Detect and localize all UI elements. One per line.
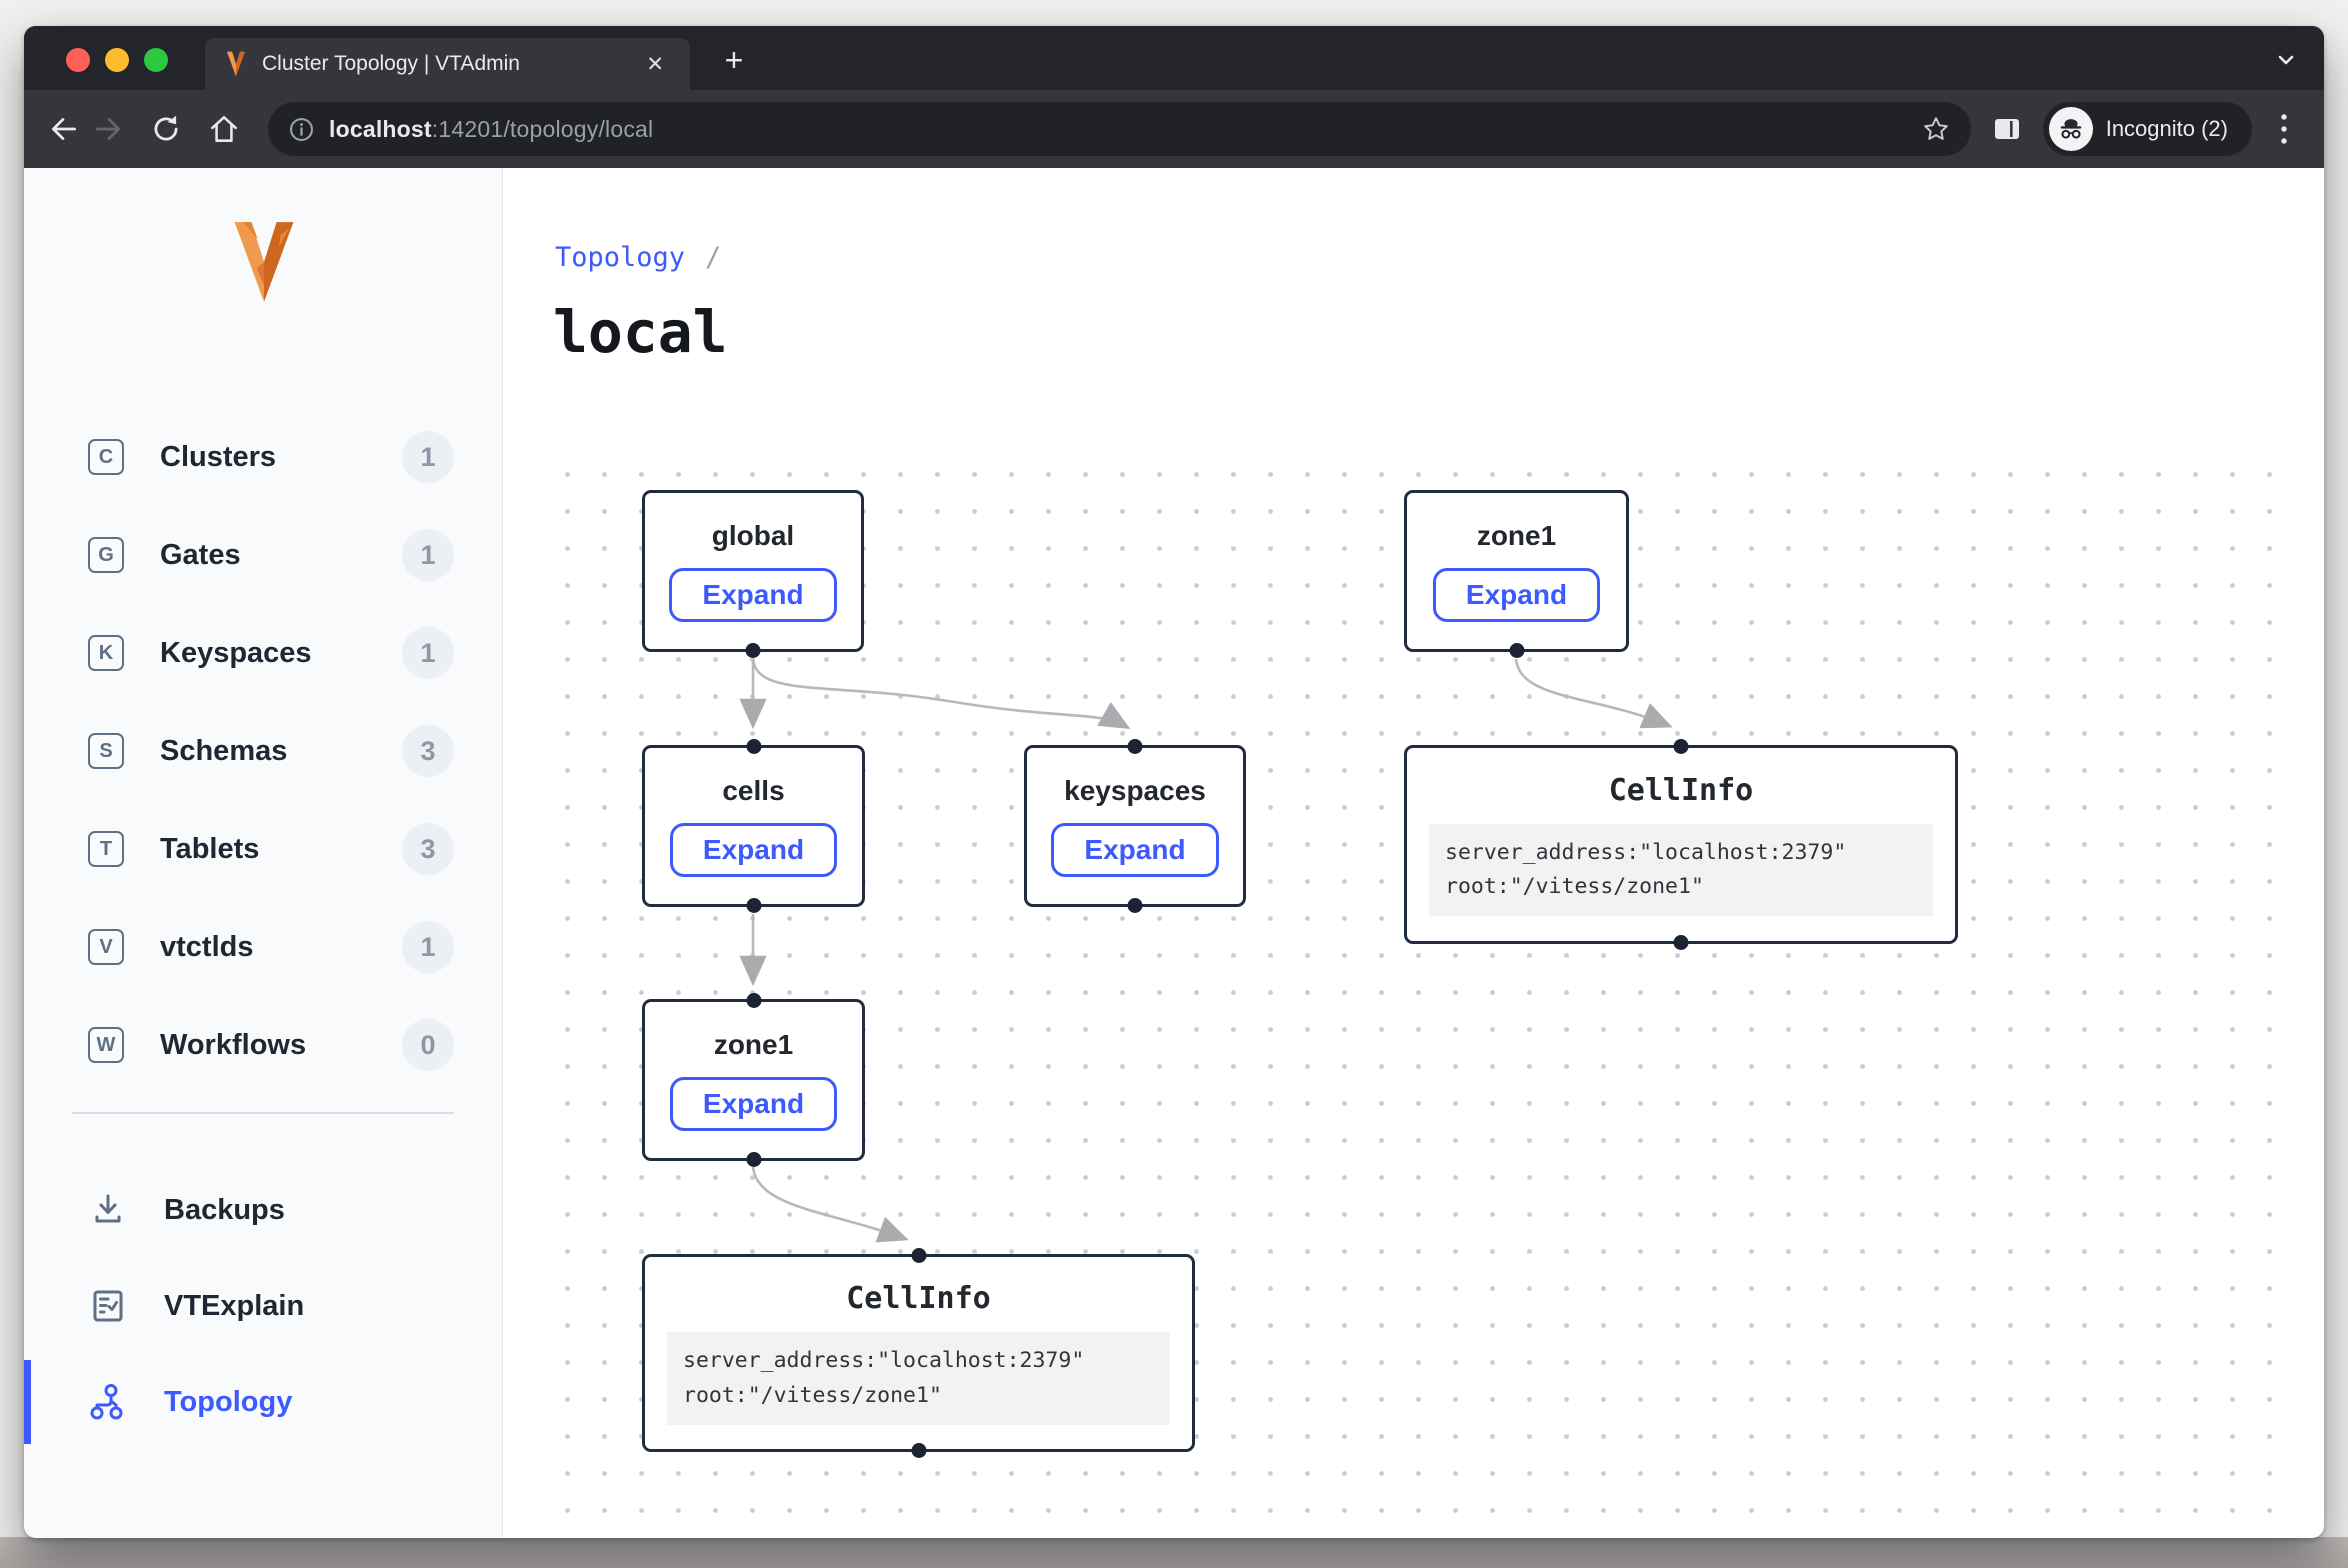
- schemas-letter-icon: S: [88, 733, 124, 769]
- node-global[interactable]: global Expand: [642, 490, 864, 652]
- back-icon[interactable]: [42, 107, 86, 151]
- sidebar-item-schemas[interactable]: S Schemas 3: [24, 702, 502, 800]
- expand-button[interactable]: Expand: [670, 823, 837, 877]
- port: [746, 1152, 761, 1167]
- browser-tab[interactable]: Cluster Topology | VTAdmin ✕: [205, 38, 690, 90]
- incognito-icon: [2049, 107, 2093, 151]
- tab-close-icon[interactable]: ✕: [640, 50, 670, 79]
- browser-toolbar: localhost:14201/topology/local: [24, 90, 2324, 168]
- url-host: localhost: [329, 116, 432, 142]
- minimize-window-button[interactable]: [105, 48, 129, 72]
- sidebar-item-backups[interactable]: Backups: [24, 1162, 502, 1258]
- incognito-label: Incognito (2): [2106, 116, 2228, 142]
- zoom-window-button[interactable]: [144, 48, 168, 72]
- forward-icon[interactable]: [86, 107, 130, 151]
- vtctlds-letter-icon: V: [88, 929, 124, 965]
- browser-menu-icon[interactable]: [2266, 107, 2302, 151]
- port: [1128, 898, 1143, 913]
- active-indicator: [24, 1360, 31, 1444]
- page-content: C Clusters 1 G Gates 1 K Keyspaces 1: [24, 168, 2324, 1538]
- sidebar-item-keyspaces[interactable]: K Keyspaces 1: [24, 604, 502, 702]
- bookmark-star-icon[interactable]: [1921, 114, 1951, 144]
- sidebar-item-topology[interactable]: Topology: [24, 1354, 502, 1450]
- port: [911, 1443, 926, 1458]
- sidebar-item-vtexplain[interactable]: VTExplain: [24, 1258, 502, 1354]
- tab-strip: Cluster Topology | VTAdmin ✕ +: [24, 26, 2324, 90]
- tab-title: Cluster Topology | VTAdmin: [262, 52, 640, 76]
- gates-count-badge: 1: [402, 529, 454, 581]
- browser-window: Cluster Topology | VTAdmin ✕ +: [24, 26, 2324, 1538]
- sidebar-divider: [72, 1112, 454, 1114]
- incognito-profile-chip[interactable]: Incognito (2): [2043, 102, 2252, 156]
- node-cellinfo-bottom[interactable]: CellInfo server_address:"localhost:2379"…: [642, 1254, 1195, 1452]
- workflows-count-badge: 0: [402, 1019, 454, 1071]
- vtctlds-count-badge: 1: [402, 921, 454, 973]
- node-zone1-top[interactable]: zone1 Expand: [1404, 490, 1629, 652]
- page-title: local: [553, 298, 728, 366]
- gates-letter-icon: G: [88, 537, 124, 573]
- breadcrumb: Topology /: [555, 242, 721, 273]
- vitess-favicon-icon: [225, 51, 247, 77]
- expand-button[interactable]: Expand: [670, 1077, 837, 1131]
- cellinfo-code: server_address:"localhost:2379"root:"/vi…: [667, 1332, 1170, 1425]
- port: [1128, 739, 1143, 754]
- clusters-count-badge: 1: [402, 431, 454, 483]
- node-zone1-lower[interactable]: zone1 Expand: [642, 999, 865, 1161]
- cellinfo-code: server_address:"localhost:2379"root:"/vi…: [1429, 824, 1933, 917]
- sidebar-nav: C Clusters 1 G Gates 1 K Keyspaces 1: [24, 408, 502, 1450]
- breadcrumb-topology-link[interactable]: Topology: [555, 242, 685, 273]
- sidebar-item-clusters[interactable]: C Clusters 1: [24, 408, 502, 506]
- sidebar-item-workflows[interactable]: W Workflows 0: [24, 996, 502, 1094]
- workflows-letter-icon: W: [88, 1027, 124, 1063]
- sidebar-item-gates[interactable]: G Gates 1: [24, 506, 502, 604]
- port: [746, 993, 761, 1008]
- document-check-icon: [88, 1286, 128, 1326]
- keyspaces-letter-icon: K: [88, 635, 124, 671]
- tablets-count-badge: 3: [402, 823, 454, 875]
- vitess-logo: [221, 220, 307, 304]
- port: [1674, 739, 1689, 754]
- url-text: localhost:14201/topology/local: [329, 116, 653, 143]
- expand-button[interactable]: Expand: [1433, 568, 1600, 622]
- keyspaces-count-badge: 1: [402, 627, 454, 679]
- node-cellinfo-right[interactable]: CellInfo server_address:"localhost:2379"…: [1404, 745, 1958, 944]
- address-bar[interactable]: localhost:14201/topology/local: [268, 102, 1971, 156]
- new-tab-button[interactable]: +: [714, 40, 754, 80]
- port: [746, 643, 761, 658]
- port: [746, 739, 761, 754]
- clusters-letter-icon: C: [88, 439, 124, 475]
- expand-button[interactable]: Expand: [669, 568, 836, 622]
- tab-search-chevron-icon[interactable]: [2272, 46, 2300, 74]
- node-keyspaces[interactable]: keyspaces Expand: [1024, 745, 1246, 907]
- download-icon: [88, 1190, 128, 1230]
- close-window-button[interactable]: [66, 48, 90, 72]
- sidebar-tools: Backups VTExplain: [24, 1162, 502, 1450]
- tablets-letter-icon: T: [88, 831, 124, 867]
- breadcrumb-separator: /: [705, 242, 721, 273]
- desktop-bottom-strip: [0, 1537, 2348, 1568]
- site-info-icon[interactable]: [288, 116, 315, 143]
- sidebar-item-tablets[interactable]: T Tablets 3: [24, 800, 502, 898]
- port: [1674, 935, 1689, 950]
- port: [911, 1248, 926, 1263]
- node-cells[interactable]: cells Expand: [642, 745, 865, 907]
- port: [1509, 643, 1524, 658]
- topology-icon: [88, 1382, 128, 1422]
- reload-icon[interactable]: [144, 107, 188, 151]
- schemas-count-badge: 3: [402, 725, 454, 777]
- topology-view: Topology / local: [503, 168, 2324, 1538]
- home-icon[interactable]: [202, 107, 246, 151]
- sidebar: C Clusters 1 G Gates 1 K Keyspaces 1: [24, 168, 503, 1538]
- desktop: Cluster Topology | VTAdmin ✕ +: [0, 0, 2348, 1568]
- sidebar-item-vtctlds[interactable]: V vtctlds 1: [24, 898, 502, 996]
- side-panel-icon[interactable]: [1985, 107, 2029, 151]
- port: [746, 898, 761, 913]
- expand-button[interactable]: Expand: [1051, 823, 1218, 877]
- url-path: :14201/topology/local: [432, 116, 654, 142]
